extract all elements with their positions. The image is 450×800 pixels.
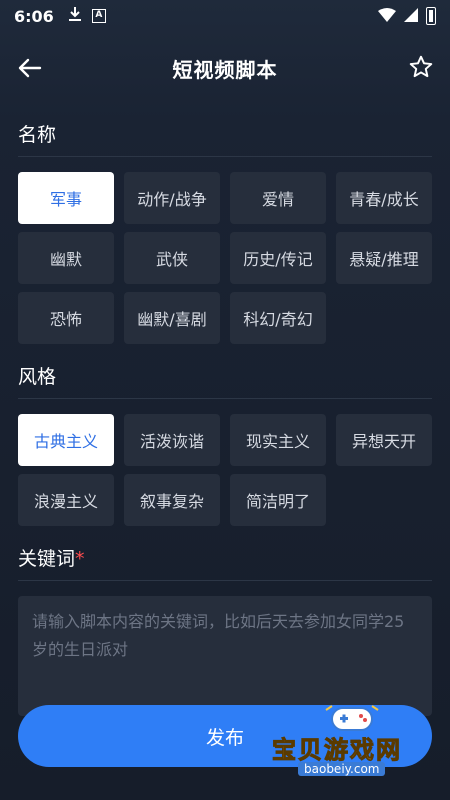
divider (18, 156, 432, 157)
keyword-input[interactable]: 请输入脚本内容的关键词，比如后天去参加女同学25岁的生日派对 (18, 596, 432, 716)
name-option-history[interactable]: 历史/传记 (230, 232, 326, 284)
title-bar: 短视频脚本 (0, 40, 450, 96)
style-option-lively[interactable]: 活泼诙谐 (124, 414, 220, 466)
style-section-label: 风格 (18, 366, 57, 388)
style-option-concise[interactable]: 简洁明了 (230, 474, 326, 526)
status-bar: 6:06 A (0, 0, 450, 32)
style-option-classical[interactable]: 古典主义 (18, 414, 114, 466)
name-option-mystery[interactable]: 悬疑/推理 (336, 232, 432, 284)
signal-icon (404, 7, 418, 26)
name-option-youth[interactable]: 青春/成长 (336, 172, 432, 224)
name-option-scifi[interactable]: 科幻/奇幻 (230, 292, 326, 344)
wifi-icon (378, 7, 396, 26)
page-title: 短视频脚本 (172, 57, 278, 82)
name-option-horror[interactable]: 恐怖 (18, 292, 114, 344)
a-badge-icon: A (91, 9, 106, 23)
name-option-romance[interactable]: 爱情 (230, 172, 326, 224)
keyword-label-text: 关键词 (18, 548, 76, 570)
name-option-humor[interactable]: 幽默 (18, 232, 114, 284)
required-mark: * (75, 548, 85, 570)
divider (18, 580, 432, 581)
arrow-left-icon[interactable] (14, 52, 46, 84)
name-section-label: 名称 (18, 124, 57, 146)
name-option-wuxia[interactable]: 武侠 (124, 232, 220, 284)
keyword-section-label: 关键词* (18, 544, 85, 571)
style-option-romanticism[interactable]: 浪漫主义 (18, 474, 114, 526)
name-option-comedy[interactable]: 幽默/喜剧 (124, 292, 220, 344)
style-options: 古典主义 活泼诙谐 现实主义 异想天开 浪漫主义 叙事复杂 简洁明了 (18, 414, 432, 526)
status-time: 6:06 (14, 6, 54, 26)
download-icon (68, 6, 82, 26)
style-option-whimsical[interactable]: 异想天开 (336, 414, 432, 466)
divider (18, 398, 432, 399)
battery-icon (426, 7, 436, 25)
name-option-military[interactable]: 军事 (18, 172, 114, 224)
style-option-realism[interactable]: 现实主义 (230, 414, 326, 466)
name-option-action-war[interactable]: 动作/战争 (124, 172, 220, 224)
name-options: 军事 动作/战争 爱情 青春/成长 幽默 武侠 历史/传记 悬疑/推理 恐怖 幽… (18, 172, 432, 344)
star-outline-icon[interactable] (408, 54, 434, 80)
publish-button[interactable]: 发布 (18, 705, 432, 767)
style-option-complex-narrative[interactable]: 叙事复杂 (124, 474, 220, 526)
